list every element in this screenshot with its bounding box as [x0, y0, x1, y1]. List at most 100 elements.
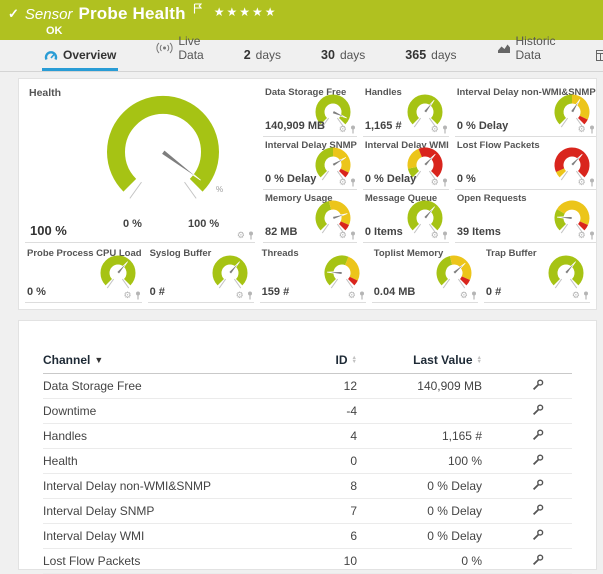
svg-text:%: % — [216, 185, 223, 194]
pin-icon[interactable] — [135, 291, 141, 300]
tile-actions: ⚙ — [348, 291, 365, 300]
channel-row-health[interactable]: Health0100 % — [43, 449, 572, 474]
channel-row-interval-delay-snmp[interactable]: Interval Delay SNMP70 % Delay — [43, 499, 572, 524]
gauge-settings-gear-icon[interactable]: ⚙ — [460, 291, 468, 300]
gauge-tile-trap-buffer: Trap Buffer0 #⚙ — [484, 245, 590, 303]
tile-actions: ⚙ — [431, 125, 448, 134]
gauge-settings-gear-icon[interactable]: ⚙ — [572, 291, 580, 300]
column-header-channel[interactable]: Channel▼ — [43, 353, 297, 367]
pin-icon[interactable] — [583, 291, 589, 300]
gauge-settings-gear-icon[interactable]: ⚙ — [578, 231, 586, 240]
channel-row-interval-delay-non-wmi-snmp[interactable]: Interval Delay non-WMI&SNMP80 % Delay — [43, 474, 572, 499]
channel-settings-icon[interactable] — [532, 379, 544, 391]
favorite-flag-icon[interactable] — [193, 1, 202, 19]
tile-actions: ⚙ — [339, 231, 356, 240]
priority-stars[interactable]: ★★★★★ — [214, 5, 278, 19]
gauge-settings-gear-icon[interactable]: ⚙ — [339, 178, 347, 187]
pin-icon[interactable] — [350, 231, 356, 240]
channel-settings-icon[interactable] — [532, 529, 544, 541]
channel-name: Downtime — [43, 404, 297, 418]
gauge-dial: % — [85, 88, 241, 208]
pin-icon[interactable] — [247, 291, 253, 300]
pin-icon[interactable] — [589, 125, 595, 134]
pin-icon[interactable] — [248, 231, 254, 240]
channel-name: Lost Flow Packets — [43, 554, 297, 568]
tab-label: days — [340, 48, 365, 62]
tile-actions: ⚙ — [339, 125, 356, 134]
tab-live-data[interactable]: Live Data — [154, 30, 205, 71]
channel-row-lost-flow-packets[interactable]: Lost Flow Packets100 % — [43, 549, 572, 574]
gauge-value: 0 # — [150, 286, 165, 298]
log-icon — [596, 50, 603, 61]
gauge-tile-lost-flow-packets: Lost Flow Packets0 %⚙ — [455, 137, 596, 190]
channel-settings-icon[interactable] — [532, 454, 544, 466]
mini-gauge-grid: Data Storage Free140,909 MB⚙Handles1,165… — [263, 84, 596, 243]
pin-icon[interactable] — [442, 125, 448, 134]
channel-last-value: 100 % — [357, 454, 482, 468]
gauge-settings-gear-icon[interactable]: ⚙ — [339, 125, 347, 134]
pin-icon[interactable] — [350, 125, 356, 134]
gauge-settings-gear-icon[interactable]: ⚙ — [348, 291, 356, 300]
channel-id: 10 — [297, 554, 357, 568]
channel-name: Handles — [43, 429, 297, 443]
tab-30-days[interactable]: 30 days — [319, 44, 367, 71]
gauge-settings-gear-icon[interactable]: ⚙ — [578, 125, 586, 134]
pin-icon[interactable] — [442, 178, 448, 187]
channel-settings-icon[interactable] — [532, 429, 544, 441]
tab-label: Historic Data — [516, 34, 556, 62]
tab-historic-data[interactable]: Historic Data — [495, 30, 558, 71]
column-header-last-value[interactable]: Last Value▲▼ — [357, 353, 482, 367]
channel-row-downtime[interactable]: Downtime-4 — [43, 399, 572, 424]
pin-icon[interactable] — [359, 291, 365, 300]
gauge-value: 0 % — [27, 286, 46, 298]
pin-icon[interactable] — [589, 178, 595, 187]
gauge-dial — [96, 252, 140, 292]
column-label: Channel — [43, 353, 90, 367]
tab-label: days — [431, 48, 456, 62]
gauge-tile-handles: Handles1,165 #⚙ — [363, 84, 449, 137]
gauge-settings-gear-icon[interactable]: ⚙ — [578, 178, 586, 187]
channel-row-data-storage-free[interactable]: Data Storage Free12140,909 MB — [43, 374, 572, 399]
channel-actions — [482, 504, 572, 519]
tab-number: 30 — [321, 48, 335, 62]
pin-icon[interactable] — [350, 178, 356, 187]
health-gauge-tile: Health % 0 % 100 % 100 % ⚙ — [25, 84, 255, 243]
tab-overview[interactable]: Overview — [42, 44, 118, 71]
channel-table-header: Channel▼ID▲▼Last Value▲▼ — [43, 347, 572, 374]
gauge-settings-gear-icon[interactable]: ⚙ — [431, 231, 439, 240]
gauge-value: 1,165 # — [365, 120, 402, 132]
tab-label: days — [256, 48, 281, 62]
tile-actions: ⚙ — [460, 291, 477, 300]
channel-settings-icon[interactable] — [532, 404, 544, 416]
column-header-id[interactable]: ID▲▼ — [297, 353, 357, 367]
sort-icon: ▲▼ — [477, 356, 482, 365]
gauge-value: 39 Items — [457, 226, 501, 238]
gauge-tile-probe-process-cpu-load: Probe Process CPU Load0 %⚙ — [25, 245, 142, 303]
gauge-settings-gear-icon[interactable]: ⚙ — [123, 291, 131, 300]
gauge-tile-message-queue: Message Queue0 Items⚙ — [363, 190, 449, 243]
tab-365-days[interactable]: 365days — [403, 44, 458, 71]
gauge-settings-gear-icon[interactable]: ⚙ — [237, 231, 245, 240]
pin-icon[interactable] — [442, 231, 448, 240]
channel-name: Interval Delay SNMP — [43, 504, 297, 518]
bottom-gauge-row: Probe Process CPU Load0 %⚙Syslog Buffer0… — [25, 245, 590, 303]
column-label: ID — [336, 353, 348, 367]
gauge-value: 0 % Delay — [457, 120, 508, 132]
tab-log[interactable]: Log — [594, 44, 603, 71]
channel-row-interval-delay-wmi[interactable]: Interval Delay WMI60 % Delay — [43, 524, 572, 549]
channel-name: Data Storage Free — [43, 379, 297, 393]
pin-icon[interactable] — [471, 291, 477, 300]
channel-settings-icon[interactable] — [532, 479, 544, 491]
pin-icon[interactable] — [589, 231, 595, 240]
channel-settings-icon[interactable] — [532, 504, 544, 516]
gauge-value: 100 % — [30, 223, 67, 238]
gauge-settings-gear-icon[interactable]: ⚙ — [339, 231, 347, 240]
channel-actions — [482, 379, 572, 394]
gauge-settings-gear-icon[interactable]: ⚙ — [431, 178, 439, 187]
gauge-tile-threads: Threads159 #⚙ — [260, 245, 366, 303]
channel-actions — [482, 429, 572, 444]
gauge-settings-gear-icon[interactable]: ⚙ — [431, 125, 439, 134]
channel-row-handles[interactable]: Handles41,165 # — [43, 424, 572, 449]
gauge-settings-gear-icon[interactable]: ⚙ — [236, 291, 244, 300]
tab-2-days[interactable]: 2days — [242, 44, 283, 71]
